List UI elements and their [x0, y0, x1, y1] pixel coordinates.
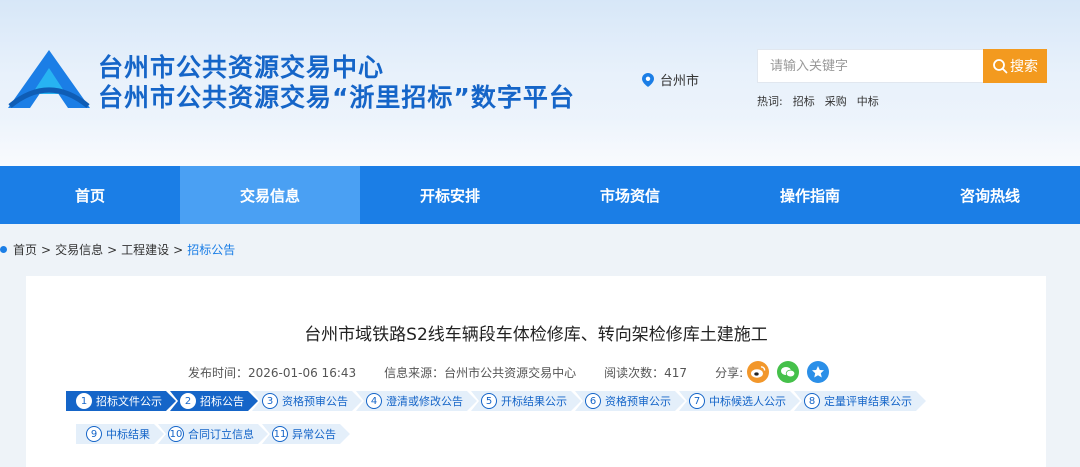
- breadcrumb-separator: >: [173, 242, 184, 257]
- site-header: 台州市公共资源交易中心 台州市公共资源交易“浙里招标”数字平台 台州市 搜索 热…: [0, 0, 1080, 166]
- step-winning-result[interactable]: 9 中标结果: [76, 424, 164, 444]
- main-nav: 首页 交易信息 开标安排 市场资信 操作指南 咨询热线: [0, 166, 1080, 224]
- info-source: 信息来源：台州市公共资源交易中心: [384, 365, 577, 380]
- step-quantitative-review[interactable]: 8 定量评审结果公示: [794, 391, 926, 411]
- share-icons: [747, 361, 830, 383]
- step-number: 1: [76, 393, 92, 409]
- step-number: 4: [366, 393, 382, 409]
- step-label: 招标公告: [200, 395, 244, 408]
- nav-item-home[interactable]: 首页: [0, 166, 180, 224]
- breadcrumb: 首页 > 交易信息 > 工程建设 > 招标公告: [0, 241, 235, 258]
- breadcrumb-dot-icon: [0, 246, 7, 253]
- view-count: 阅读次数：417: [604, 365, 688, 380]
- nav-item-market-credit[interactable]: 市场资信: [540, 166, 720, 224]
- step-label: 资格预审公示: [605, 395, 671, 408]
- step-number: 8: [804, 393, 820, 409]
- step-prequalification-notice[interactable]: 6 资格预审公示: [575, 391, 685, 411]
- hot-word-link[interactable]: 采购: [825, 93, 847, 109]
- hot-word-link[interactable]: 中标: [857, 93, 879, 109]
- nav-item-trade-info[interactable]: 交易信息: [180, 166, 360, 224]
- share-label: 分享:: [715, 365, 744, 380]
- step-prequalification-announcement[interactable]: 3 资格预审公告: [252, 391, 362, 411]
- breadcrumb-item-trade-info[interactable]: 交易信息: [55, 241, 103, 258]
- step-label: 中标结果: [106, 428, 150, 441]
- hot-words-label: 热词:: [757, 95, 783, 108]
- search-input[interactable]: [757, 49, 983, 83]
- step-number: 11: [272, 426, 288, 442]
- step-label: 中标候选人公示: [709, 395, 786, 408]
- breadcrumb-separator: >: [41, 242, 52, 257]
- step-clarification[interactable]: 4 澄清或修改公告: [356, 391, 477, 411]
- search-button[interactable]: 搜索: [983, 49, 1047, 83]
- hot-words: 热词: 招标 采购 中标: [757, 93, 879, 109]
- step-tender-announcement[interactable]: 2 招标公告: [170, 391, 258, 411]
- step-label: 异常公告: [292, 428, 336, 441]
- step-number: 2: [180, 393, 196, 409]
- site-title-line2[interactable]: 台州市公共资源交易“浙里招标”数字平台: [98, 78, 575, 114]
- step-label: 开标结果公示: [501, 395, 567, 408]
- process-steps-row2: 9 中标结果 10 合同订立信息 11 异常公告: [76, 424, 344, 444]
- location-pin-icon: [642, 72, 654, 87]
- breadcrumb-item-current[interactable]: 招标公告: [187, 241, 235, 258]
- search-box: 搜索: [757, 49, 1047, 83]
- step-label: 资格预审公告: [282, 395, 348, 408]
- step-tender-doc-notice[interactable]: 1 招标文件公示: [66, 391, 176, 411]
- search-icon: [993, 59, 1008, 74]
- nav-item-hotline[interactable]: 咨询热线: [900, 166, 1080, 224]
- nav-item-bid-opening[interactable]: 开标安排: [360, 166, 540, 224]
- weibo-icon[interactable]: [747, 361, 770, 383]
- step-number: 6: [585, 393, 601, 409]
- step-number: 9: [86, 426, 102, 442]
- location-selector[interactable]: 台州市: [642, 70, 699, 89]
- nav-item-guide[interactable]: 操作指南: [720, 166, 900, 224]
- step-label: 招标文件公示: [96, 395, 162, 408]
- site-logo-icon[interactable]: [4, 46, 94, 112]
- step-contract-info[interactable]: 10 合同订立信息: [158, 424, 268, 444]
- step-number: 7: [689, 393, 705, 409]
- hot-word-link[interactable]: 招标: [793, 93, 815, 109]
- article-title: 台州市域铁路S2线车辆段车体检修库、转向架检修库土建施工: [304, 325, 768, 345]
- step-label: 定量评审结果公示: [824, 395, 912, 408]
- process-steps-row1: 1 招标文件公示 2 招标公告 3 资格预审公告 4 澄清或修改公告 5 开标结…: [66, 391, 920, 411]
- article-meta: 发布时间：2026-01-06 16:43 信息来源：台州市公共资源交易中心 阅…: [188, 361, 830, 383]
- breadcrumb-separator: >: [107, 242, 118, 257]
- step-label: 澄清或修改公告: [386, 395, 463, 408]
- breadcrumb-item-home[interactable]: 首页: [13, 241, 37, 258]
- qzone-star-icon[interactable]: [807, 361, 830, 383]
- breadcrumb-item-engineering[interactable]: 工程建设: [121, 241, 169, 258]
- location-label: 台州市: [660, 74, 700, 89]
- step-number: 3: [262, 393, 278, 409]
- step-abnormal-notice[interactable]: 11 异常公告: [262, 424, 350, 444]
- step-winning-candidate[interactable]: 7 中标候选人公示: [679, 391, 800, 411]
- step-number: 10: [168, 426, 184, 442]
- search-button-label: 搜索: [1010, 59, 1038, 75]
- step-number: 5: [481, 393, 497, 409]
- publish-time: 发布时间：2026-01-06 16:43: [188, 365, 357, 380]
- wechat-icon[interactable]: [777, 361, 800, 383]
- step-bid-opening-result[interactable]: 5 开标结果公示: [471, 391, 581, 411]
- header-decoration: [0, 118, 1080, 166]
- step-label: 合同订立信息: [188, 428, 254, 441]
